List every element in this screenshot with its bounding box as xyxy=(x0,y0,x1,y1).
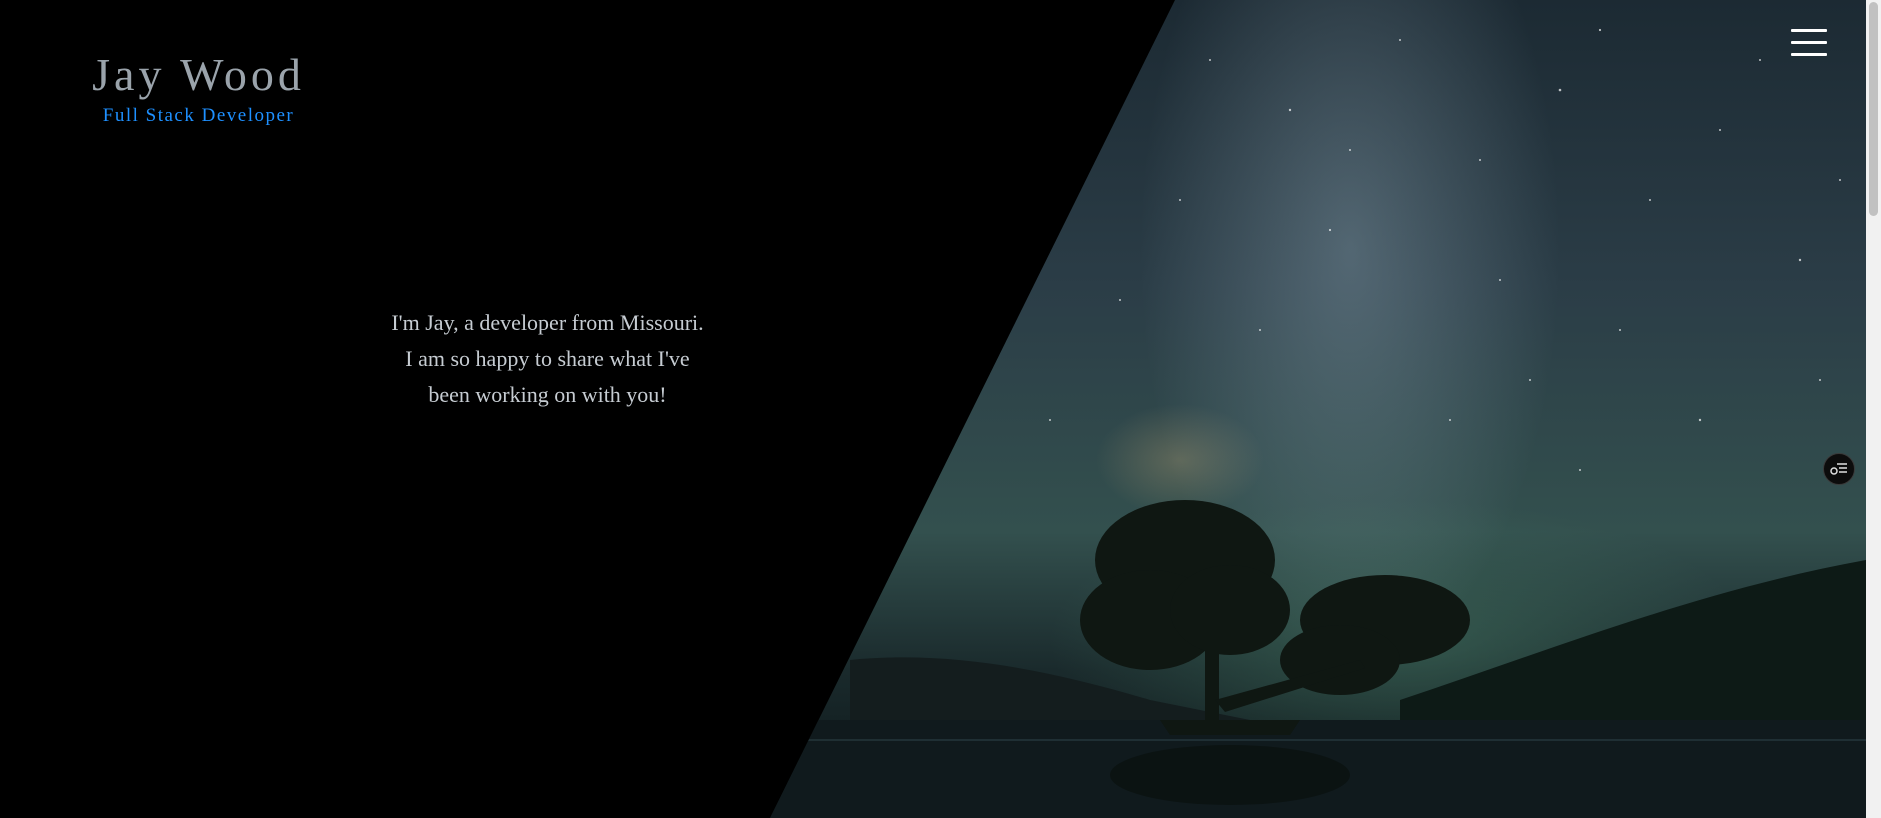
intro-line: been working on with you! xyxy=(428,382,667,407)
page: Jay Wood Full Stack Developer I'm Jay, a… xyxy=(0,0,1881,818)
menu-bar xyxy=(1791,41,1827,44)
vertical-scrollbar[interactable] xyxy=(1866,0,1881,818)
site-title[interactable]: Jay Wood xyxy=(86,46,311,104)
intro-line: I am so happy to share what I've xyxy=(405,346,690,371)
site-subtitle: Full Stack Developer xyxy=(102,105,295,126)
stars xyxy=(1049,28,1841,471)
menu-bar xyxy=(1791,53,1827,56)
scrollbar-thumb[interactable] xyxy=(1869,2,1878,216)
menu-bar xyxy=(1791,29,1827,32)
site-brand: Jay Wood Full Stack Developer xyxy=(86,46,311,128)
intro-text: I'm Jay, a developer from Missouri. I am… xyxy=(340,305,755,413)
intro-line: I'm Jay, a developer from Missouri. xyxy=(391,310,704,335)
toggle-list-icon xyxy=(1830,463,1847,475)
hamburger-menu-icon[interactable] xyxy=(1791,29,1827,57)
floating-tool-button[interactable] xyxy=(1823,453,1855,485)
